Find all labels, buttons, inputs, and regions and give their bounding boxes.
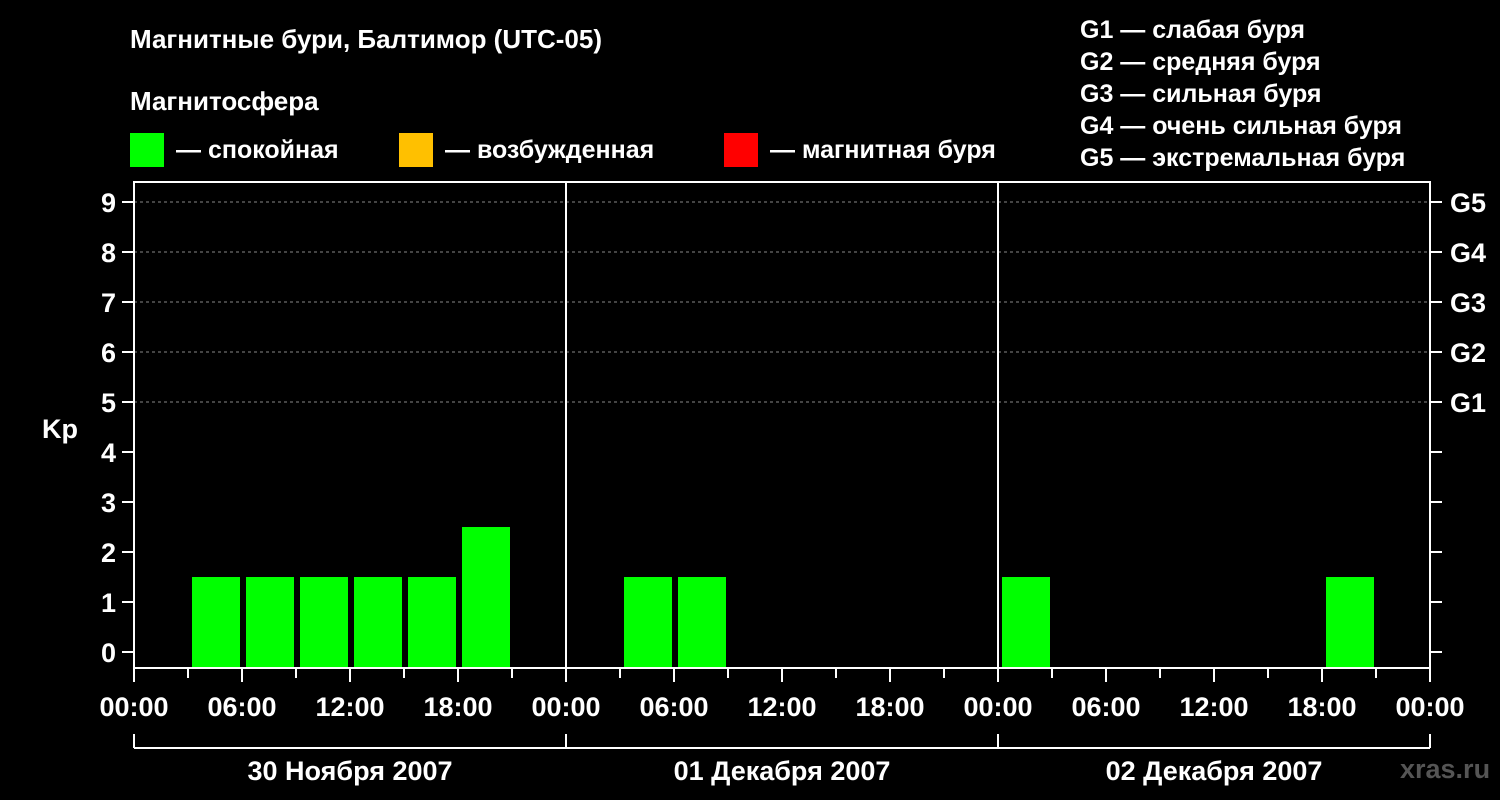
y-tick-label: 0 xyxy=(101,638,116,668)
x-tick-label: 12:00 xyxy=(1179,692,1248,722)
kp-chart: 0 1 2 3 4 5 6 7 8 9 G1 G2 G3 G4 G5 Kp 00:00 06:00 12:00 18:… xyxy=(42,181,1486,786)
g-scale-label: G3 xyxy=(1450,288,1486,318)
x-tick-label: 12:00 xyxy=(315,692,384,722)
x-tick-label: 18:00 xyxy=(423,692,492,722)
y-tick-label: 4 xyxy=(101,438,116,468)
day-label: 01 Декабря 2007 xyxy=(674,756,891,786)
x-tick-label: 18:00 xyxy=(855,692,924,722)
kp-bar xyxy=(1326,577,1374,668)
y-tick-label: 3 xyxy=(101,488,116,518)
x-tick-label: 00:00 xyxy=(99,692,168,722)
kp-bar xyxy=(1002,577,1050,668)
day-label: 02 Декабря 2007 xyxy=(1106,756,1323,786)
day-label: 30 Ноября 2007 xyxy=(247,756,452,786)
y-tick-label: 7 xyxy=(101,288,116,318)
kp-bar xyxy=(408,577,456,668)
y-tick-label: 2 xyxy=(101,538,116,568)
kp-bar xyxy=(246,577,294,668)
g-scale-label: G2 xyxy=(1450,338,1486,368)
kp-bar xyxy=(192,577,240,668)
y-tick-label: 6 xyxy=(101,338,116,368)
y-tick-label: 8 xyxy=(101,238,116,268)
kp-bar xyxy=(300,577,348,668)
x-tick-label: 06:00 xyxy=(1071,692,1140,722)
y-tick-label: 1 xyxy=(101,588,116,618)
g-scale-label: G5 xyxy=(1450,188,1486,218)
x-tick-label: 12:00 xyxy=(747,692,816,722)
watermark: xras.ru xyxy=(1400,754,1491,784)
x-tick-label: 06:00 xyxy=(207,692,276,722)
x-tick-label: 06:00 xyxy=(639,692,708,722)
x-tick-label: 00:00 xyxy=(963,692,1032,722)
y-tick-label: 9 xyxy=(101,188,116,218)
g-scale-label: G1 xyxy=(1450,388,1486,418)
y-tick-label: 5 xyxy=(101,388,116,418)
kp-bar xyxy=(354,577,402,668)
x-tick-label: 00:00 xyxy=(1395,692,1464,722)
kp-bar xyxy=(678,577,726,668)
y-axis-label: Kp xyxy=(42,414,78,444)
x-tick-label: 18:00 xyxy=(1287,692,1356,722)
x-tick-label: 00:00 xyxy=(531,692,600,722)
kp-bar xyxy=(624,577,672,668)
kp-bar xyxy=(462,527,510,668)
g-scale-label: G4 xyxy=(1450,238,1486,268)
